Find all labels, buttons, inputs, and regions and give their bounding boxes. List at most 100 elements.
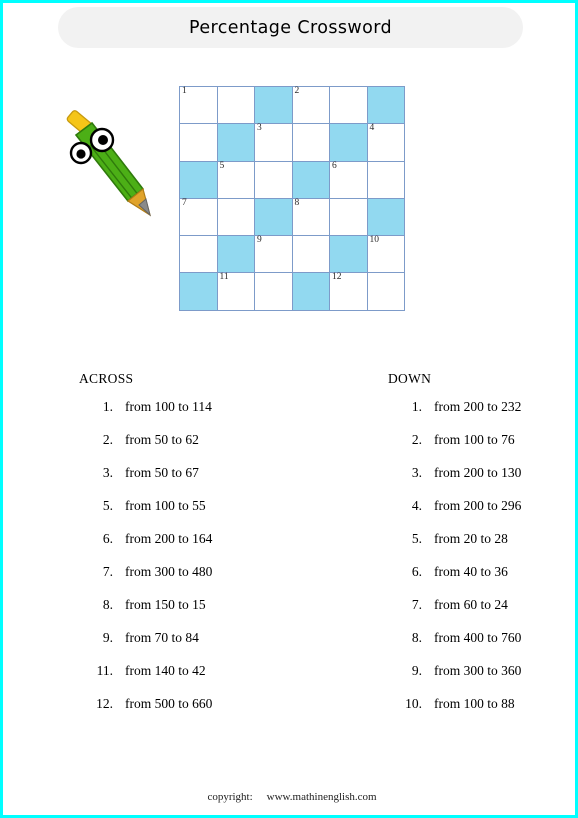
crossword-table[interactable]: 1 2 3 4 5 6 7 8 9 10 11 12 [179,85,405,311]
clue-item: 5. from 100 to 55 [79,498,329,531]
across-clues-column: ACROSS 1. from 100 to 114 2. from 50 to 62 3… [79,371,329,729]
clue-text: from 50 to 62 [125,432,199,447]
crossword-cell[interactable]: 6 [329,160,368,199]
crossword-cell[interactable]: 9 [254,235,293,274]
crossword-cell-blocked [366,197,405,237]
clue-number: 10. [405,696,422,711]
across-heading: ACROSS [79,371,134,386]
clue-number: 6. [411,564,422,579]
across-clue-list: 1. from 100 to 114 2. from 50 to 62 3. from 5… [79,399,329,729]
crossword-cell-blocked [291,272,330,311]
clue-number: 5. [411,531,422,546]
crossword-row: 9 10 [179,235,405,274]
crossword-cell[interactable] [291,123,330,162]
crossword-row: 56 [179,160,405,199]
clue-number: 12. [96,696,113,711]
crossword-cell[interactable]: 8 [291,197,330,237]
crossword-cell[interactable]: 3 [254,123,293,162]
crossword-cell[interactable]: 12 [329,272,368,311]
clue-number: 8. [102,597,113,612]
crossword-cell[interactable] [366,272,405,311]
crossword-cell-blocked [216,123,255,162]
crossword-cell[interactable] [179,123,218,162]
clue-item: 9. from 300 to 360 [388,663,578,696]
copyright-url: www.mathinenglish.com [266,791,377,803]
title-banner: Percentage Crossword [58,7,523,48]
cell-number: 9 [257,235,262,246]
crossword-cell-blocked [329,123,368,162]
clue-text: from 150 to 15 [125,597,206,612]
crossword-cell[interactable] [179,235,218,274]
clue-item: 3. from 50 to 67 [79,465,329,498]
worksheet-page: Percentage Crossword 12345678 9 10 11 12… [0,0,578,818]
clue-number: 1. [411,399,422,414]
cell-number: 1 [182,86,187,96]
clue-number: 1. [102,399,113,414]
crossword-cell[interactable]: 7 [179,197,218,237]
crossword-cell[interactable] [366,160,405,199]
down-clue-list: 1. from 200 to 232 2. from 100 to 76 3. from … [388,399,578,729]
crossword-cell[interactable] [254,160,293,199]
clue-number: 7. [411,597,422,612]
cell-number: 6 [332,160,337,171]
crossword-cell-blocked [254,85,293,125]
clue-item: 7. from 60 to 24 [388,597,578,630]
crossword-cell[interactable]: 1 [179,85,218,125]
clue-item: 3. from 200 to 130 [388,465,578,498]
crossword-cell[interactable] [254,272,293,311]
clue-item: 10. from 100 to 88 [388,696,578,729]
clue-item: 2. from 50 to 62 [79,432,329,465]
crossword-cell[interactable] [216,85,255,125]
crossword-cell[interactable] [216,197,255,237]
clue-item: 8. from 400 to 760 [388,630,578,663]
clue-text: from 200 to 164 [125,531,213,546]
pencil-character-icon [51,109,151,219]
crossword-cell[interactable]: 5 [216,160,255,199]
copyright-label: copyright: [207,791,253,803]
clue-text: from 100 to 88 [434,696,515,711]
clues-section: ACROSS 1. from 100 to 114 2. from 50 to 62 3… [3,371,578,751]
clue-text: from 200 to 232 [434,399,522,414]
crossword-row: 11 12 [179,272,405,311]
crossword-cell[interactable]: 2 [291,85,330,125]
clue-item: 11. from 140 to 42 [79,663,329,696]
down-heading: DOWN [388,371,432,386]
crossword-cell[interactable] [329,85,368,125]
clue-number: 5. [102,498,113,513]
crossword-cell-blocked [254,197,293,237]
clue-text: from 20 to 28 [434,531,508,546]
crossword-cell[interactable]: 4 [366,123,405,162]
clue-item: 5. from 20 to 28 [388,531,578,564]
clue-item: 4. from 200 to 296 [388,498,578,531]
clue-item: 12. from 500 to 660 [79,696,329,729]
clue-item: 1. from 200 to 232 [388,399,578,432]
crossword-cell-blocked [216,235,255,274]
crossword-cell[interactable] [329,197,368,237]
clue-text: from 200 to 296 [434,498,522,513]
clue-text: from 60 to 24 [434,597,508,612]
clue-text: from 300 to 480 [125,564,213,579]
cell-number: 3 [257,123,262,134]
cell-number: 7 [182,197,187,208]
clue-item: 7. from 300 to 480 [79,564,329,597]
footer-copyright: copyright: www.mathinenglish.com [3,791,578,803]
clue-number: 3. [102,465,113,480]
crossword-cell[interactable] [291,235,330,274]
clue-item: 1. from 100 to 114 [79,399,329,432]
clue-text: from 100 to 114 [125,399,212,414]
page-title: Percentage Crossword [189,17,392,38]
cell-number: 8 [294,197,300,208]
crossword-cell[interactable]: 11 [216,272,255,311]
crossword-cell[interactable]: 10 [366,235,405,274]
crossword-cell-blocked [179,272,218,311]
clue-number: 8. [411,630,422,645]
crossword-grid[interactable]: 1 2 3 4 5 6 7 8 9 10 11 12 [179,85,405,311]
clue-item: 6. from 40 to 36 [388,564,578,597]
clue-text: from 200 to 130 [434,465,522,480]
clue-number: 9. [102,630,113,645]
crossword-cell-blocked [329,235,368,274]
cell-number: 11 [219,272,229,283]
clue-text: from 50 to 67 [125,465,199,480]
clue-number: 2. [411,432,422,447]
clue-number: 9. [411,663,422,678]
